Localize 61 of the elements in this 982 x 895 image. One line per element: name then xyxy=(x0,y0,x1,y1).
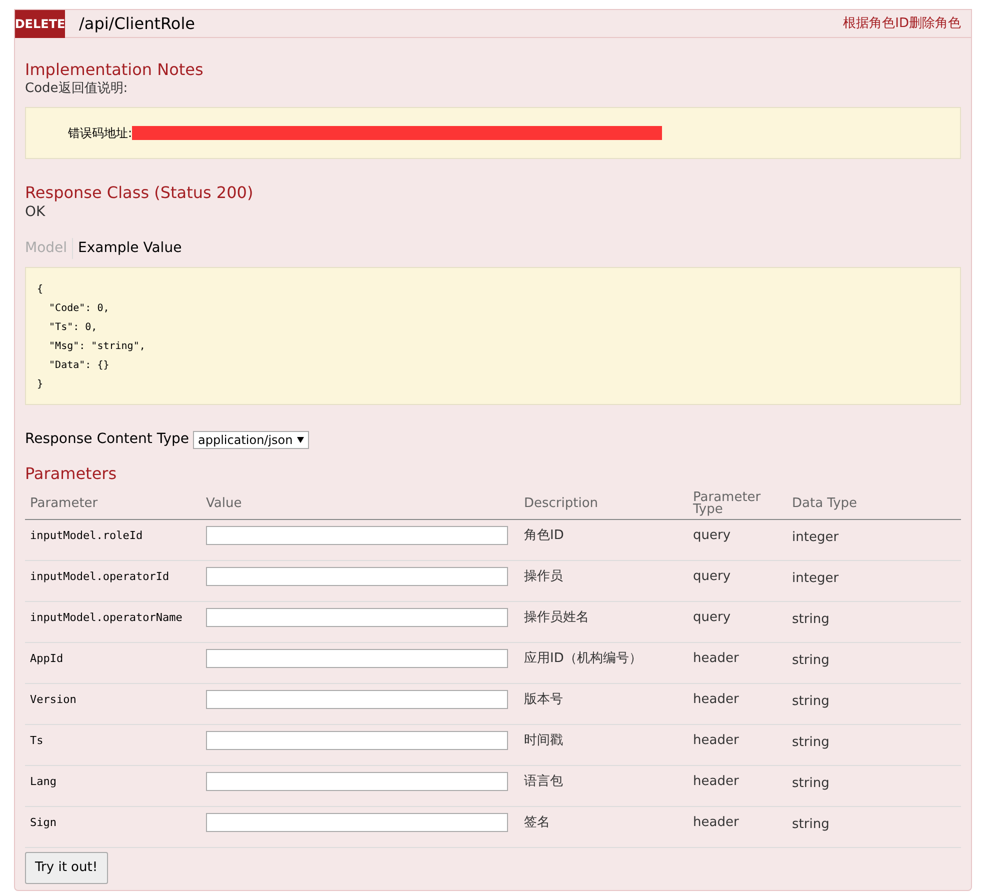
data-type: integer xyxy=(792,570,840,588)
response-text: OK xyxy=(25,203,46,221)
column-header: Parameter Type xyxy=(693,492,762,516)
column-header: Description xyxy=(524,494,600,513)
value-input[interactable] xyxy=(206,813,508,832)
endpoint-path: /api/ClientRole xyxy=(79,12,195,34)
parameter-type: header xyxy=(693,814,740,832)
section-title: Parameters xyxy=(25,464,118,484)
method-badge: DELETE xyxy=(15,10,65,38)
parameter-description: 角色ID xyxy=(524,527,565,545)
data-type: string xyxy=(792,693,830,711)
operation-summary: 根据角色ID删除角色 xyxy=(843,14,961,33)
value-input[interactable] xyxy=(206,731,508,750)
parameter-type: query xyxy=(693,609,732,627)
column-header: Data Type xyxy=(792,494,858,513)
value-input[interactable] xyxy=(206,649,508,668)
data-type: string xyxy=(792,816,830,834)
parameter-type: header xyxy=(693,691,740,709)
model-tab[interactable]: Example Value xyxy=(72,238,187,258)
notes-text: Code返回值说明: xyxy=(25,80,129,98)
parameter-type: query xyxy=(693,527,732,545)
parameter-type: header xyxy=(693,773,740,791)
value-input[interactable] xyxy=(206,526,508,545)
column-header: Parameter xyxy=(30,494,99,513)
parameter-name: Version xyxy=(30,692,78,708)
data-type: integer xyxy=(792,529,840,547)
value-input[interactable] xyxy=(206,690,508,709)
column-header: Value xyxy=(206,494,243,513)
parameter-name: Sign xyxy=(30,815,58,831)
value-input[interactable] xyxy=(206,608,508,627)
example-code: { "Code": 0, "Ts": 0, "Msg": "string", "Data": {} } xyxy=(25,267,961,405)
parameter-description: 操作员姓名 xyxy=(524,609,590,627)
parameter-name: AppId xyxy=(30,651,64,667)
value-input[interactable] xyxy=(206,772,508,791)
notes-label: 错误码地址: xyxy=(68,125,132,142)
parameter-description: 版本号 xyxy=(524,691,564,709)
parameter-type: header xyxy=(693,650,740,668)
parameter-name: inputModel.roleId xyxy=(30,528,144,544)
parameter-description: 签名 xyxy=(524,814,551,832)
parameter-name: inputModel.operatorName xyxy=(30,610,184,626)
parameter-description: 应用ID（机构编号） xyxy=(524,650,643,668)
content-type-label: Response Content Type xyxy=(25,430,189,449)
data-type: string xyxy=(792,652,830,670)
data-type: string xyxy=(792,775,830,793)
data-type: string xyxy=(792,734,830,752)
parameter-type: query xyxy=(693,568,732,586)
parameter-description: 语言包 xyxy=(524,773,564,791)
caret-icon xyxy=(296,436,304,442)
content-type-select[interactable]: application/json xyxy=(192,430,309,448)
parameter-name: Ts xyxy=(30,733,44,749)
parameter-name: Lang xyxy=(30,774,58,790)
section-title: Response Class (Status 200) xyxy=(25,183,254,203)
section-title: Implementation Notes xyxy=(25,60,204,80)
operation-header[interactable]: DELETE /api/ClientRole 根据角色ID删除角色 xyxy=(15,10,971,38)
parameter-description: 操作员 xyxy=(524,568,564,586)
parameter-name: inputModel.operatorId xyxy=(30,569,170,585)
data-type: string xyxy=(792,611,830,629)
value-input[interactable] xyxy=(206,567,508,586)
parameter-description: 时间戳 xyxy=(524,732,564,750)
parameter-type: header xyxy=(693,732,740,750)
try-it-out-button[interactable]: Try it out! xyxy=(25,852,108,884)
